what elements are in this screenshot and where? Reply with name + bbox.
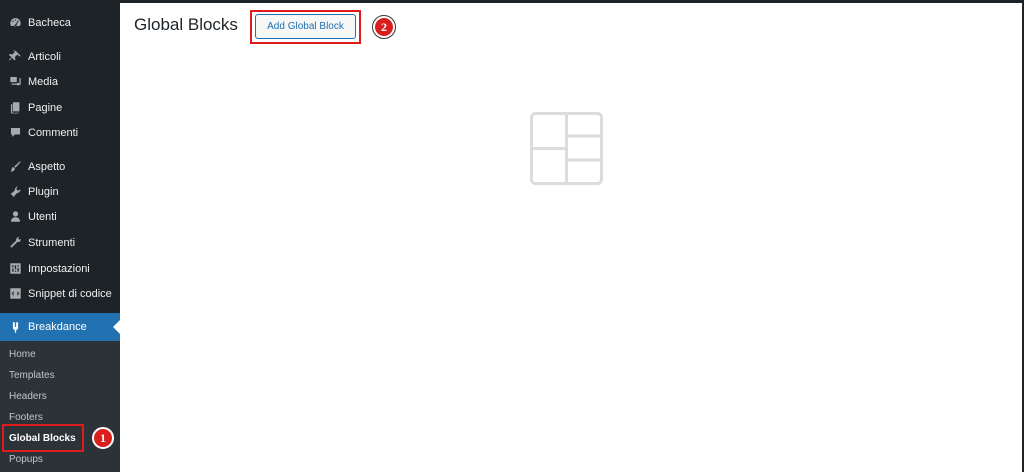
sidebar-item-label: Breakdance <box>28 321 87 333</box>
submenu-item-footers[interactable]: Footers <box>9 412 43 423</box>
sidebar-item-label: Pagine <box>28 101 63 114</box>
submenu-item-popups[interactable]: Popups <box>9 454 43 465</box>
annotation-highlight-global-blocks <box>2 424 84 452</box>
users-icon <box>8 210 22 224</box>
submenu-item-headers[interactable]: Headers <box>9 391 47 402</box>
sidebar-item-aspetto[interactable]: Aspetto <box>0 154 120 179</box>
sidebar-item-label: Bacheca <box>28 16 71 29</box>
sidebar-item-articoli[interactable]: Articoli <box>0 44 120 69</box>
comments-icon <box>8 126 22 140</box>
sidebar-item-label: Media <box>28 75 58 88</box>
submenu-item-templates[interactable]: Templates <box>9 370 55 381</box>
sidebar-item-label: Aspetto <box>28 160 66 173</box>
layout-blocks-icon <box>530 112 603 185</box>
sidebar-item-pagine[interactable]: Pagine <box>0 95 120 120</box>
pin-icon <box>8 50 22 64</box>
sidebar-item-commenti[interactable]: Commenti <box>0 120 120 145</box>
submenu-item-home[interactable]: Home <box>9 349 36 360</box>
breakdance-submenu: Home Templates Headers Footers Global Bl… <box>0 341 120 472</box>
annotation-badge-2: 2 <box>373 16 395 38</box>
wrench-icon <box>8 236 22 250</box>
sidebar-item-breakdance[interactable]: Breakdance <box>0 313 120 341</box>
settings-icon <box>8 262 22 276</box>
dashboard-icon <box>8 16 22 30</box>
pages-icon <box>8 101 22 115</box>
add-global-block-button[interactable]: Add Global Block <box>255 14 356 39</box>
sidebar-item-label: Strumenti <box>28 236 76 249</box>
sidebar-item-snippet-di-codice[interactable]: Snippet di codice <box>0 281 120 306</box>
sidebar-item-bacheca[interactable]: Bacheca <box>0 10 120 35</box>
page-title: Global Blocks <box>134 15 238 34</box>
media-icon <box>8 75 22 89</box>
sidebar-item-label: Commenti <box>28 126 79 139</box>
sidebar-item-media[interactable]: Media <box>0 69 120 94</box>
sidebar-item-label: Impostazioni <box>28 262 90 275</box>
sidebar-item-strumenti[interactable]: Strumenti <box>0 230 120 255</box>
admin-sidebar: Bacheca Articoli Media Pagine Commenti A… <box>0 0 120 472</box>
plugin-icon <box>8 185 22 199</box>
sidebar-item-impostazioni[interactable]: Impostazioni <box>0 256 120 281</box>
sidebar-item-plugin[interactable]: Plugin <box>0 179 120 204</box>
sidebar-item-label: Utenti <box>28 210 57 223</box>
breakdance-icon <box>8 320 22 334</box>
sidebar-item-label: Plugin <box>28 185 59 198</box>
sidebar-item-label: Articoli <box>28 50 62 63</box>
top-admin-bar-edge <box>0 0 1024 3</box>
code-snippet-icon <box>8 287 22 301</box>
brush-icon <box>8 160 22 174</box>
annotation-badge-1: 1 <box>92 427 114 449</box>
sidebar-item-utenti[interactable]: Utenti <box>0 204 120 229</box>
active-menu-arrow <box>113 320 120 334</box>
sidebar-item-label: Snippet di codice <box>28 287 112 300</box>
